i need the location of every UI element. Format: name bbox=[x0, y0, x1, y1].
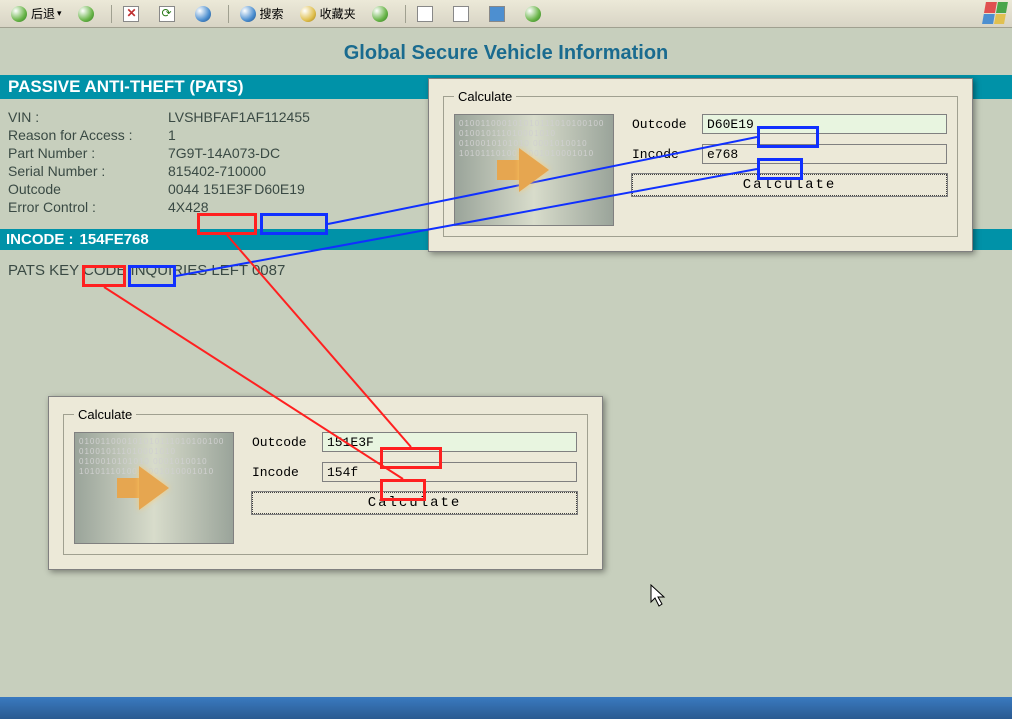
messenger-icon bbox=[525, 6, 541, 22]
incode-field-label: Incode bbox=[252, 465, 322, 480]
vin-label: VIN : bbox=[8, 109, 168, 125]
page-title: Global Secure Vehicle Information bbox=[0, 28, 1012, 75]
outcode-seg2: D60E19 bbox=[254, 181, 305, 197]
outcode-input[interactable] bbox=[322, 432, 577, 452]
calculate-button[interactable]: Calculate bbox=[252, 492, 577, 514]
history-button[interactable] bbox=[365, 3, 399, 25]
star-icon bbox=[300, 6, 316, 22]
forward-icon bbox=[78, 6, 94, 22]
arrow-icon bbox=[139, 466, 169, 510]
calc-fields-bottom: Outcode Incode Calculate bbox=[234, 432, 577, 544]
print-icon bbox=[453, 6, 469, 22]
outcode-prefix: 0044 bbox=[168, 181, 199, 197]
refresh-icon: ⟳ bbox=[159, 6, 175, 22]
back-label: 后退 bbox=[31, 5, 55, 22]
outcode-field-label: Outcode bbox=[252, 435, 322, 450]
key-inquiries: PATS KEY CODE INQUIRIES LEFT 0087 bbox=[0, 250, 1012, 291]
calculate-button[interactable]: Calculate bbox=[632, 174, 947, 196]
stop-icon: ✕ bbox=[123, 6, 139, 22]
key-inq-prefix: PATS KEY CODE INQUIRIES LEFT bbox=[8, 262, 252, 279]
incode-field-label: Incode bbox=[632, 147, 702, 162]
outcode-input[interactable] bbox=[702, 114, 947, 134]
search-label: 搜索 bbox=[260, 5, 284, 22]
word-icon bbox=[489, 6, 505, 22]
incode-seg2: E768 bbox=[114, 231, 149, 248]
reason-value: 1 bbox=[168, 127, 176, 143]
home-icon bbox=[195, 6, 211, 22]
calculate-dialog-bottom: Calculate 010011000101010111010100100 01… bbox=[48, 396, 603, 570]
calc-fields-top: Outcode Incode Calculate bbox=[614, 114, 947, 226]
favorites-button[interactable]: 收藏夹 bbox=[293, 2, 363, 25]
arrow-icon bbox=[519, 148, 549, 192]
incode-seg1: 154F bbox=[80, 231, 114, 248]
separator bbox=[111, 5, 112, 23]
refresh-button[interactable]: ⟳ bbox=[152, 3, 186, 25]
search-button[interactable]: 搜索 bbox=[233, 2, 291, 25]
back-button[interactable]: 后退 ▾ bbox=[4, 2, 69, 25]
favorites-label: 收藏夹 bbox=[320, 5, 356, 22]
error-label: Error Control : bbox=[8, 199, 168, 215]
back-icon bbox=[11, 6, 27, 22]
ie-toolbar: 后退 ▾ ✕ ⟳ 搜索 收藏夹 bbox=[0, 0, 1012, 28]
serial-value: 815402-710000 bbox=[168, 163, 266, 179]
incode-label: INCODE : bbox=[6, 231, 74, 248]
windows-taskbar[interactable] bbox=[0, 697, 1012, 719]
history-icon bbox=[372, 6, 388, 22]
mail-icon bbox=[417, 6, 433, 22]
arrow-graphic: 010011000101010111010100100 010010111010… bbox=[74, 432, 234, 544]
print-button[interactable] bbox=[446, 3, 480, 25]
arrow-graphic: 010011000101010111010100100 010010111010… bbox=[454, 114, 614, 226]
outcode-label: Outcode bbox=[8, 181, 168, 197]
incode-input[interactable] bbox=[322, 462, 577, 482]
outcode-seg1: 151E3F bbox=[203, 181, 252, 197]
stop-button[interactable]: ✕ bbox=[116, 3, 150, 25]
messenger-button[interactable] bbox=[518, 3, 552, 25]
incode-input[interactable] bbox=[702, 144, 947, 164]
windows-logo-icon bbox=[982, 2, 1008, 24]
key-inq-value: 0087 bbox=[252, 262, 285, 279]
calc-fieldset-bottom: Calculate 010011000101010111010100100 01… bbox=[63, 407, 588, 555]
error-value: 4X428 bbox=[168, 199, 208, 215]
forward-button[interactable] bbox=[71, 3, 105, 25]
chevron-down-icon: ▾ bbox=[57, 8, 62, 19]
edit-button[interactable] bbox=[482, 3, 516, 25]
reason-label: Reason for Access : bbox=[8, 127, 168, 143]
partnum-value: 7G9T-14A073-DC bbox=[168, 145, 280, 161]
calc-legend: Calculate bbox=[454, 89, 516, 104]
page-content: Global Secure Vehicle Information PASSIV… bbox=[0, 28, 1012, 697]
home-button[interactable] bbox=[188, 3, 222, 25]
partnum-label: Part Number : bbox=[8, 145, 168, 161]
calc-legend: Calculate bbox=[74, 407, 136, 422]
serial-label: Serial Number : bbox=[8, 163, 168, 179]
calc-fieldset-top: Calculate 010011000101010111010100100 01… bbox=[443, 89, 958, 237]
mail-button[interactable] bbox=[410, 3, 444, 25]
vin-value: LVSHBFAF1AF112455 bbox=[168, 109, 310, 125]
separator bbox=[405, 5, 406, 23]
calculate-dialog-top: Calculate 010011000101010111010100100 01… bbox=[428, 78, 973, 252]
separator bbox=[228, 5, 229, 23]
outcode-field-label: Outcode bbox=[632, 117, 702, 132]
search-icon bbox=[240, 6, 256, 22]
